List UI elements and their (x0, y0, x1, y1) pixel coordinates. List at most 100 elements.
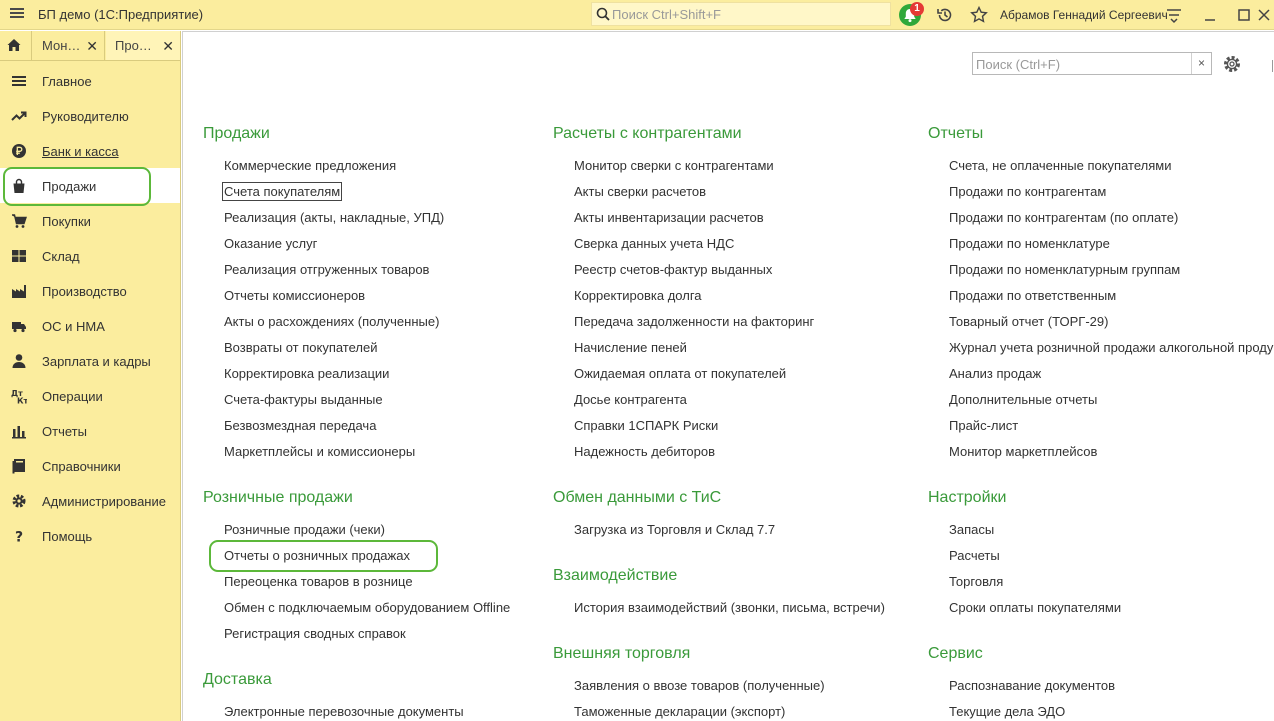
link-trade-settings[interactable]: Торговля (949, 574, 1003, 589)
history-icon[interactable] (935, 5, 955, 25)
notifications-button[interactable]: 1 (899, 2, 924, 26)
svg-text:Кт: Кт (17, 397, 27, 405)
link-discrepancy-acts[interactable]: Акты о расхождениях (полученные) (224, 314, 439, 329)
sidebar-item-warehouse[interactable]: Склад (0, 238, 180, 273)
link-factoring[interactable]: Передача задолженности на факторинг (574, 314, 814, 329)
link-unpaid-invoices[interactable]: Счета, не оплаченные покупателями (949, 158, 1171, 173)
link-sales-adjustment[interactable]: Корректировка реализации (224, 366, 389, 381)
section-heading-settlements: Расчеты с контрагентами (553, 125, 742, 142)
sidebar-item-production[interactable]: Производство (0, 273, 180, 308)
user-name[interactable]: Абрамов Геннадий Сергеевич (1000, 8, 1168, 22)
link-retail-receipts[interactable]: Розничные продажи (чеки) (224, 522, 385, 537)
link-counterparty-dossier[interactable]: Досье контрагента (574, 392, 687, 407)
link-sales-by-responsible[interactable]: Продажи по ответственным (949, 288, 1116, 303)
sidebar-item-label: Администрирование (42, 494, 166, 509)
section-heading-data-exchange: Обмен данными с ТиС (553, 489, 722, 506)
maximize-icon[interactable] (1234, 5, 1254, 25)
question-icon: ? (15, 530, 23, 545)
sidebar-item-operations[interactable]: Дт Кт Операции (0, 378, 180, 413)
close-tab-icon[interactable]: ✕ (162, 38, 174, 55)
person-icon (12, 354, 26, 368)
menu-lines-icon (12, 76, 26, 86)
link-sales-by-counterparty-payment[interactable]: Продажи по контрагентам (по оплате) (949, 210, 1178, 225)
more-menu-icon[interactable] (1164, 5, 1184, 25)
tab-sales[interactable]: Про… ✕ (106, 31, 181, 60)
link-inventory-acts[interactable]: Акты инвентаризации расчетов (574, 210, 764, 225)
link-retail-revaluation[interactable]: Переоценка товаров в рознице (224, 574, 413, 589)
link-sales-by-item[interactable]: Продажи по номенклатуре (949, 236, 1110, 251)
link-expected-payments[interactable]: Ожидаемая оплата от покупателей (574, 366, 786, 381)
link-torg29[interactable]: Товарный отчет (ТОРГ-29) (949, 314, 1108, 329)
link-sales-by-item-group[interactable]: Продажи по номенклатурным группам (949, 262, 1180, 277)
close-tab-icon[interactable]: ✕ (86, 38, 98, 55)
link-reconciliation-monitor[interactable]: Монитор сверки с контрагентами (574, 158, 774, 173)
link-payment-terms[interactable]: Сроки оплаты покупателями (949, 600, 1121, 615)
link-sales-analysis[interactable]: Анализ продаж (949, 366, 1041, 381)
sidebar-item-main[interactable]: Главное (0, 63, 180, 98)
link-tis-import[interactable]: Загрузка из Торговля и Склад 7.7 (574, 522, 775, 537)
main-menu-icon[interactable] (8, 6, 26, 24)
link-penalties[interactable]: Начисление пеней (574, 340, 687, 355)
sidebar-item-label: Справочники (42, 459, 121, 474)
link-stocks-settings[interactable]: Запасы (949, 522, 994, 537)
sidebar-item-label: Помощь (42, 529, 93, 544)
link-settlements-settings[interactable]: Расчеты (949, 548, 1000, 563)
dt-kt-icon: ДтКт (11, 389, 27, 405)
section-heading-sales: Продажи (203, 125, 270, 142)
link-price-list[interactable]: Прайс-лист (949, 418, 1018, 433)
link-reconciliation-acts[interactable]: Акты сверки расчетов (574, 184, 706, 199)
svg-text:?: ? (15, 530, 23, 545)
sidebar-item-assets[interactable]: ОС и НМА (0, 308, 180, 343)
sidebar-item-payroll[interactable]: Зарплата и кадры (0, 343, 180, 378)
sidebar-item-admin[interactable]: Администрирование (0, 483, 180, 518)
sidebar-item-bank[interactable]: Банк и касса (0, 133, 180, 168)
sidebar-item-label: Отчеты (42, 424, 87, 439)
link-invoice-registry[interactable]: Реестр счетов-фактур выданных (574, 262, 772, 277)
link-spark-risks[interactable]: Справки 1СПАРК Риски (574, 418, 718, 433)
tab-label: Мон… (42, 38, 81, 53)
cart-icon (12, 214, 27, 228)
link-services[interactable]: Оказание услуг (224, 236, 317, 251)
sidebar-item-label: Банк и касса (42, 144, 119, 159)
link-commercial-offers[interactable]: Коммерческие предложения (224, 158, 396, 173)
global-search-input[interactable]: Поиск Ctrl+Shift+F (591, 2, 891, 26)
link-offline-equipment[interactable]: Обмен с подключаемым оборудованием Offli… (224, 600, 510, 615)
link-customs-declarations[interactable]: Таможенные декларации (экспорт) (574, 704, 785, 719)
link-edo-tasks[interactable]: Текущие дела ЭДО (949, 704, 1065, 719)
link-shipped-goods[interactable]: Реализация отгруженных товаров (224, 262, 429, 277)
link-customer-invoices[interactable]: Счета покупателям (221, 182, 343, 201)
star-icon[interactable] (969, 5, 989, 25)
bar-chart-icon (12, 426, 26, 439)
section-heading-delivery: Доставка (203, 671, 272, 688)
link-document-recognition[interactable]: Распознавание документов (949, 678, 1115, 693)
tab-monitor[interactable]: Мон… ✕ (33, 31, 105, 60)
minimize-icon[interactable] (1200, 5, 1220, 25)
section-heading-settings: Настройки (928, 489, 1007, 506)
sidebar-item-manager[interactable]: Руководителю (0, 98, 180, 133)
link-electronic-waybills[interactable]: Электронные перевозочные документы (224, 704, 464, 719)
link-sales-realization[interactable]: Реализация (акты, накладные, УПД) (224, 210, 444, 225)
link-free-transfer[interactable]: Безвозмездная передача (224, 418, 376, 433)
link-debt-adjustment[interactable]: Корректировка долга (574, 288, 702, 303)
link-import-applications[interactable]: Заявления о ввозе товаров (полученные) (574, 678, 825, 693)
link-interaction-history[interactable]: История взаимодействий (звонки, письма, … (574, 600, 885, 615)
link-issued-invoices[interactable]: Счета-фактуры выданные (224, 392, 383, 407)
link-summary-certificates[interactable]: Регистрация сводных справок (224, 626, 406, 641)
sidebar-item-help[interactable]: ? Помощь (0, 518, 180, 553)
link-debtor-reliability[interactable]: Надежность дебиторов (574, 444, 715, 459)
sidebar-item-reports[interactable]: Отчеты (0, 413, 180, 448)
link-vat-reconciliation[interactable]: Сверка данных учета НДС (574, 236, 734, 251)
sidebar-item-references[interactable]: Справочники (0, 448, 180, 483)
home-tab[interactable] (0, 31, 32, 60)
link-marketplaces[interactable]: Маркетплейсы и комиссионеры (224, 444, 415, 459)
link-alcohol-journal[interactable]: Журнал учета розничной продажи алкогольн… (949, 340, 1274, 355)
link-customer-returns[interactable]: Возвраты от покупателей (224, 340, 378, 355)
link-marketplace-monitor[interactable]: Монитор маркетплейсов (949, 444, 1097, 459)
link-additional-reports[interactable]: Дополнительные отчеты (949, 392, 1097, 407)
sidebar-item-purchases[interactable]: Покупки (0, 203, 180, 238)
link-commissioner-reports[interactable]: Отчеты комиссионеров (224, 288, 365, 303)
section-heading-reports: Отчеты (928, 125, 984, 142)
close-icon[interactable] (1254, 5, 1274, 25)
link-sales-by-counterparty[interactable]: Продажи по контрагентам (949, 184, 1106, 199)
trend-up-icon (11, 111, 27, 121)
